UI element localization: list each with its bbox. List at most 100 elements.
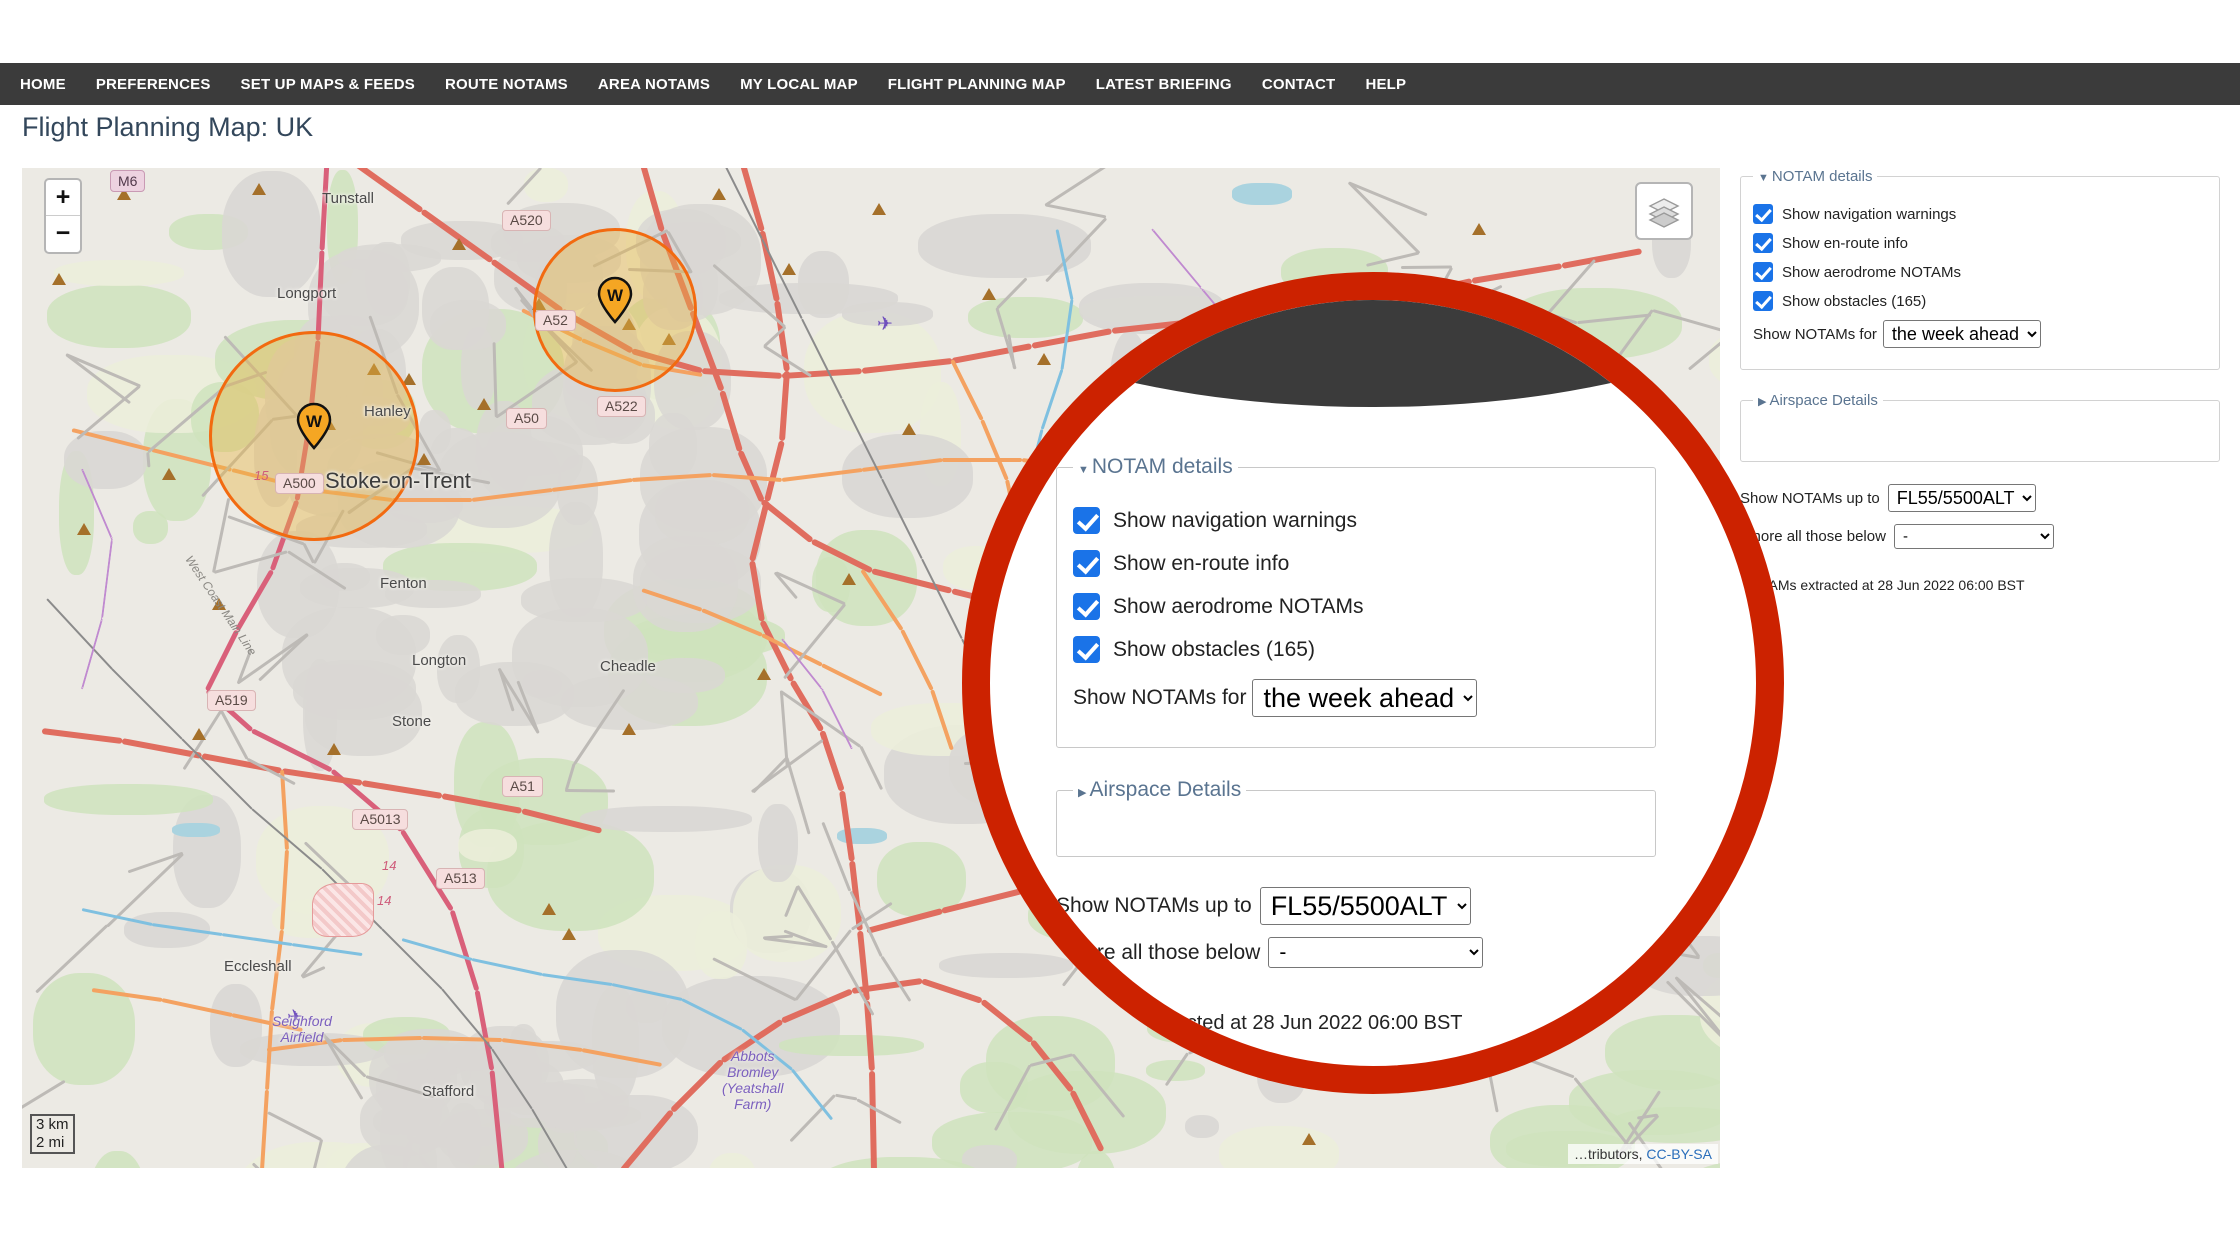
magnified-airspace-details-legend-label: Airspace Details: [1089, 778, 1241, 801]
map-a-road: [921, 978, 983, 1004]
map-railway: [381, 928, 442, 989]
map-obstacle-marker: [562, 928, 576, 940]
checkbox-show-aerodrome-notams[interactable]: [1753, 262, 1773, 282]
map-place-label: Longton: [412, 652, 466, 669]
nav-item-my-local-map[interactable]: MY LOCAL MAP: [740, 76, 858, 93]
map-zoom-controls[interactable]: + −: [44, 178, 82, 254]
triangle-down-icon: ▼: [1758, 172, 1769, 184]
map-railway: [111, 668, 182, 739]
magnified-select-notam-timeframe[interactable]: the week ahead: [1252, 679, 1477, 717]
attribution-text: …tributors,: [1574, 1146, 1646, 1162]
magnified-checkbox-show-en-route-info[interactable]: [1073, 550, 1100, 577]
layers-icon: [1647, 194, 1681, 228]
map-minor-road: [1348, 182, 1428, 217]
map-road-shield: A513: [436, 868, 485, 889]
select-notam-upper-limit[interactable]: FL55/5500ALT: [1888, 484, 2036, 512]
map-minor-road: [268, 1111, 322, 1140]
nav-item-preferences[interactable]: PREFERENCES: [96, 76, 211, 93]
notam-details-legend-label: NOTAM details: [1772, 168, 1873, 185]
map-minor-road: [1348, 182, 1420, 255]
map-boundary: [101, 539, 113, 619]
checkbox-row-obstacles[interactable]: Show obstacles (165): [1753, 291, 2207, 311]
notam-marker-pin[interactable]: W: [597, 276, 633, 324]
notam-marker-pin[interactable]: W: [296, 402, 332, 450]
layers-control-button[interactable]: [1635, 182, 1693, 240]
map-urban-patch: [461, 327, 496, 409]
map-urban-patch: [446, 1103, 482, 1168]
select-notam-timeframe[interactable]: the week ahead: [1883, 320, 2041, 348]
map-urban-patch: [535, 1079, 629, 1131]
map-urban-patch: [655, 480, 749, 545]
checkbox-row-navigation-warnings[interactable]: Show navigation warnings: [1753, 204, 2207, 224]
map-land-patch: [1185, 1115, 1219, 1138]
map-place-label: Longport: [277, 285, 336, 302]
magnified-checkbox-row-en-route-info[interactable]: Show en-route info: [1073, 550, 1639, 577]
airfield-icon: ✈: [877, 313, 893, 336]
magnified-notam-lower-limit-row: Ignore all those below -: [1056, 937, 1756, 968]
nav-item-contact[interactable]: CONTACT: [1262, 76, 1336, 93]
map-road-shield: A5013: [352, 809, 408, 830]
nav-item-help[interactable]: HELP: [1365, 76, 1406, 93]
map-obstacle-marker: [1472, 223, 1486, 235]
map-obstacle-marker: [902, 423, 916, 435]
airspace-details-legend[interactable]: ▶Airspace Details: [1753, 392, 1883, 409]
label-show-notams-up-to: Show NOTAMs up to: [1740, 490, 1880, 507]
zoom-in-button[interactable]: +: [46, 180, 80, 216]
select-notam-lower-limit[interactable]: -: [1894, 524, 2054, 549]
zoom-out-button[interactable]: −: [46, 216, 80, 252]
attribution-license-link[interactable]: CC-BY-SA: [1646, 1146, 1712, 1162]
magnified-select-notam-lower-limit[interactable]: -: [1268, 937, 1483, 968]
magnified-checkbox-row-navigation-warnings[interactable]: Show navigation warnings: [1073, 507, 1639, 534]
label-show-obstacles: Show obstacles (165): [1782, 293, 1926, 310]
checkbox-show-obstacles[interactable]: [1753, 291, 1773, 311]
magnified-checkbox-show-aerodrome-notams[interactable]: [1073, 593, 1100, 620]
nav-item-route-notams[interactable]: ROUTE NOTAMS: [445, 76, 568, 93]
map-land-patch: [133, 511, 168, 544]
map-land-patch: [580, 806, 752, 832]
map-minor-road: [860, 746, 883, 790]
map-motorway-shield: M6: [110, 170, 145, 192]
magnified-checkbox-row-obstacles[interactable]: Show obstacles (165): [1073, 636, 1639, 663]
triangle-right-icon: ▶: [1758, 395, 1766, 408]
map-obstacle-marker: [192, 728, 206, 740]
nav-item-set-up-maps-feeds[interactable]: SET UP MAPS & FEEDS: [241, 76, 415, 93]
map-obstacle-marker: [782, 263, 796, 275]
map-obstacle-marker: [982, 288, 996, 300]
checkbox-show-en-route-info[interactable]: [1753, 233, 1773, 253]
checkbox-row-en-route-info[interactable]: Show en-route info: [1753, 233, 2207, 253]
magnified-notam-details-legend[interactable]: ▼NOTAM details: [1073, 455, 1238, 479]
map-primary-road: [392, 498, 472, 502]
map-land-patch: [708, 1153, 756, 1168]
map-land-patch: [88, 1151, 147, 1168]
nav-item-latest-briefing[interactable]: LATEST BRIEFING: [1096, 76, 1232, 93]
magnified-select-notam-upper-limit[interactable]: FL55/5500ALT: [1260, 887, 1471, 925]
map-obstacle-marker: [542, 903, 556, 915]
magnified-checkbox-show-navigation-warnings[interactable]: [1073, 507, 1100, 534]
magnified-checkbox-show-obstacles[interactable]: [1073, 636, 1100, 663]
nav-item-home[interactable]: HOME: [20, 76, 66, 93]
label-show-en-route-info: Show en-route info: [1782, 235, 1908, 252]
map-minor-road: [1044, 168, 1125, 206]
map-obstacle-marker: [712, 188, 726, 200]
map-land-patch: [1219, 1126, 1339, 1168]
checkbox-row-aerodrome-notams[interactable]: Show aerodrome NOTAMs: [1753, 262, 2207, 282]
nav-item-flight-planning-map[interactable]: FLIGHT PLANNING MAP: [888, 76, 1066, 93]
control-sidebar: ▼NOTAM details Show navigation warnings …: [1740, 168, 2220, 593]
map-a-road: [42, 728, 123, 744]
magnifier-content: ▼NOTAM details Show navigation warnings …: [990, 300, 1756, 1066]
map-place-label: Stone: [392, 713, 431, 730]
magnified-checkbox-row-aerodrome-notams[interactable]: Show aerodrome NOTAMs: [1073, 593, 1639, 620]
svg-text:W: W: [607, 286, 624, 305]
map-land-patch: [458, 829, 518, 863]
map-obstacle-marker: [252, 183, 266, 195]
magnified-notams-extracted-timestamp: NOTAMs extracted at 28 Jun 2022 06:00 BS…: [1056, 1012, 1756, 1035]
map-obstacle-marker: [452, 238, 466, 250]
map-a-road: [1561, 248, 1642, 269]
magnified-airspace-details-legend[interactable]: ▶Airspace Details: [1073, 778, 1246, 802]
triangle-down-icon-magnified: ▼: [1078, 464, 1089, 476]
nav-item-area-notams[interactable]: AREA NOTAMS: [598, 76, 710, 93]
notam-details-legend[interactable]: ▼NOTAM details: [1753, 168, 1877, 185]
map-urban-patch: [338, 244, 441, 271]
map-place-label: Cheadle: [600, 658, 656, 675]
checkbox-show-navigation-warnings[interactable]: [1753, 204, 1773, 224]
